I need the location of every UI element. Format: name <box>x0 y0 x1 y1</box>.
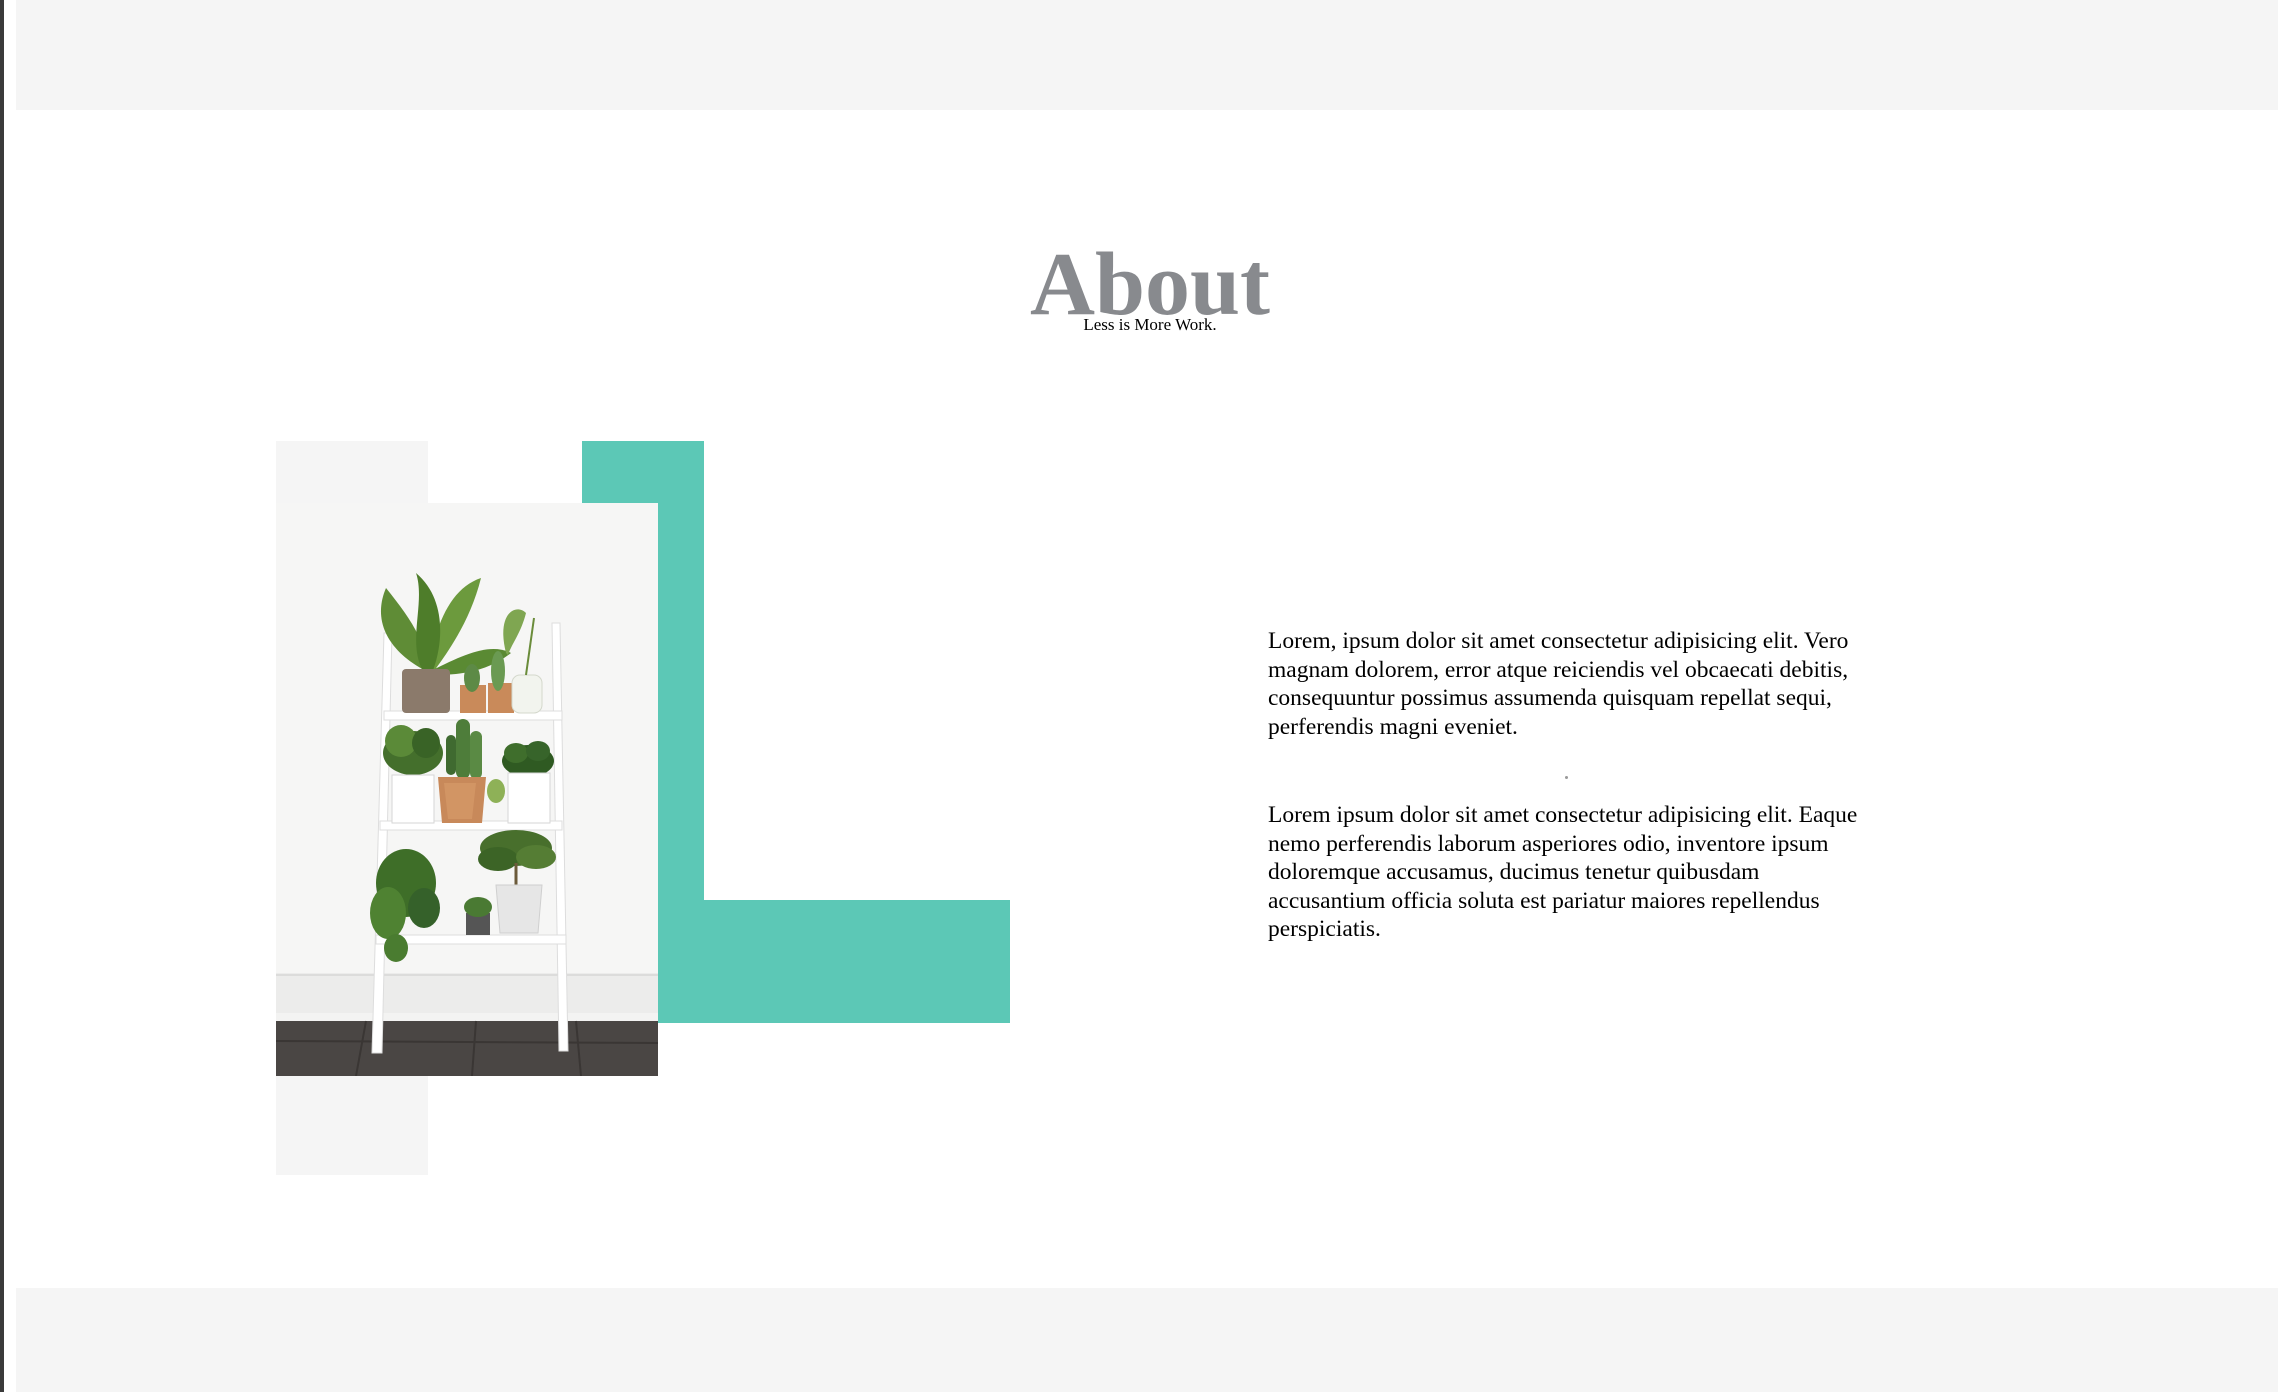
decorative-teal-bar-horizontal <box>658 900 1010 1023</box>
about-page: About Less is More Work. Lorem, ipsum do… <box>0 0 2278 1392</box>
about-text: Lorem, ipsum dolor sit amet consectetur … <box>1268 627 1868 944</box>
footer-band <box>16 1288 2278 1392</box>
header-band <box>16 0 2278 110</box>
about-heading: About Less is More Work. <box>1000 240 1300 334</box>
window-left-edge <box>0 0 4 1392</box>
about-paragraph-2: Lorem ipsum dolor sit amet consectetur a… <box>1268 802 1858 942</box>
about-paragraph-1: Lorem, ipsum dolor sit amet consectetur … <box>1268 628 1849 740</box>
paragraph-separator-dot <box>1565 776 1568 779</box>
plant-shelf-photo <box>276 503 658 1076</box>
